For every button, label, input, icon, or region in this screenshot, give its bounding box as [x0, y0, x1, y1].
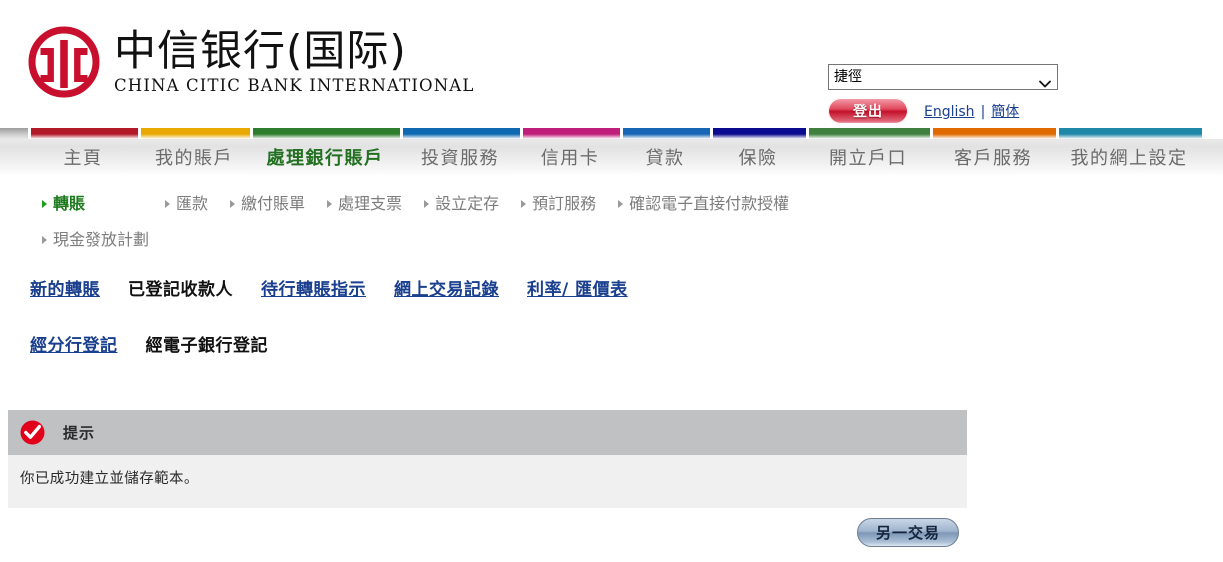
nav-item-4[interactable]: 投資服務	[400, 139, 520, 175]
nav-color-bar-7	[713, 128, 806, 139]
sub-nav-item-label: 現金發放計劃	[53, 230, 150, 249]
nav-item-8[interactable]: 開立戶口	[806, 139, 930, 175]
language-simplified-link[interactable]: 簡体	[991, 104, 1019, 120]
section-tab-經電子銀行登記: 經電子銀行登記	[145, 336, 268, 356]
language-links: English | 簡体	[924, 101, 1019, 121]
sub-nav-item-現金發放計劃[interactable]: 現金發放計劃	[42, 223, 149, 257]
section-tab-經分行登記[interactable]: 經分行登記	[30, 331, 118, 361]
nav-item-5[interactable]: 信用卡	[520, 139, 620, 175]
triangle-right-icon	[618, 200, 624, 208]
success-check-icon	[20, 420, 45, 445]
triangle-right-icon	[42, 200, 47, 208]
sub-navigation-row-2: 現金發放計劃	[42, 223, 1223, 259]
footer-actions: 另一交易	[0, 518, 967, 547]
nav-color-bar-10	[1059, 128, 1202, 139]
section-tab-links: 新的轉賬 已登記收款人 待行轉賬指示 網上交易記錄 利率/ 匯價表 經分行登記 經電子銀行…	[0, 259, 1223, 363]
language-english-link[interactable]: English	[924, 104, 975, 120]
sub-nav-item-設立定存[interactable]: 設立定存	[424, 187, 499, 221]
message-panel-header: 提示	[8, 410, 967, 455]
shortcut-select[interactable]: 捷徑	[828, 64, 1058, 90]
section-tab-網上交易記錄[interactable]: 網上交易記錄	[394, 275, 499, 305]
triangle-right-icon	[424, 200, 430, 208]
citic-logo-icon	[28, 26, 100, 98]
header-controls: 捷徑 登出 English | 簡体	[828, 64, 1060, 124]
nav-item-10[interactable]: 我的網上設定	[1056, 139, 1202, 175]
sub-nav-item-label: 匯款	[176, 194, 209, 213]
triangle-right-icon	[327, 200, 333, 208]
nav-color-bar-6	[623, 128, 710, 139]
nav-item-6[interactable]: 貸款	[620, 139, 710, 175]
page-header: 中信银行(国际) CHINA CITIC BANK INTERNATIONAL …	[0, 0, 1223, 128]
nav-item-2[interactable]: 我的賬戶	[138, 139, 250, 175]
nav-color-bar-3	[253, 128, 400, 139]
nav-item-3[interactable]: 處理銀行賬戶	[250, 139, 400, 175]
sub-nav-item-繳付賬單[interactable]: 繳付賬單	[230, 187, 305, 221]
message-panel: 提示 你已成功建立並儲存範本。	[8, 410, 967, 508]
nav-color-bar-leading	[0, 128, 28, 139]
sub-navigation-row-1: 轉賬 匯款 繳付賬單 處理支票 設立定存 預訂服務 確認電子直接付款授權	[42, 187, 1223, 223]
nav-color-bar-5	[523, 128, 620, 139]
message-panel-body: 你已成功建立並儲存範本。	[8, 455, 967, 508]
shortcut-select-value: 捷徑	[834, 69, 862, 85]
sub-nav-item-確認電子直接付款授權[interactable]: 確認電子直接付款授權	[618, 187, 789, 221]
sub-nav-item-label: 設立定存	[435, 194, 500, 213]
chevron-down-icon	[1039, 72, 1051, 88]
sub-nav-item-label: 確認電子直接付款授權	[629, 194, 790, 213]
nav-color-bar-8	[809, 128, 930, 139]
section-tab-利率/ 匯價表[interactable]: 利率/ 匯價表	[527, 275, 628, 305]
another-transaction-button[interactable]: 另一交易	[857, 518, 959, 547]
main-navigation: 主頁 我的賬戶 處理銀行賬戶 投資服務 信用卡 貸款 保險 開立戶口 客戶服務 我的網上設定	[0, 139, 1223, 175]
triangle-right-icon	[230, 200, 236, 208]
section-tab-新的轉賬[interactable]: 新的轉賬	[30, 275, 100, 305]
nav-color-bar-9	[933, 128, 1056, 139]
sub-nav-item-label: 處理支票	[338, 194, 403, 213]
nav-color-bar-1	[31, 128, 138, 139]
nav-item-7[interactable]: 保險	[710, 139, 806, 175]
nav-color-bar-2	[141, 128, 250, 139]
sub-navigation: 轉賬 匯款 繳付賬單 處理支票 設立定存 預訂服務 確認電子直接付款授權 現金發放計劃	[0, 175, 1223, 259]
sub-nav-item-處理支票[interactable]: 處理支票	[327, 187, 402, 221]
sub-nav-item-label: 預訂服務	[532, 194, 597, 213]
sub-nav-item-轉賬[interactable]: 轉賬	[42, 187, 85, 221]
logo-chinese-name: 中信银行(国际)	[114, 26, 407, 75]
section-tab-待行轉賬指示[interactable]: 待行轉賬指示	[261, 275, 366, 305]
sub-nav-item-預訂服務[interactable]: 預訂服務	[521, 187, 596, 221]
bank-logo: 中信银行(国际) CHINA CITIC BANK INTERNATIONAL	[28, 26, 474, 98]
message-panel-title: 提示	[63, 424, 96, 442]
triangle-right-icon	[42, 236, 47, 244]
section-tab-已登記收款人: 已登記收款人	[128, 280, 233, 300]
tab-link-row-1: 新的轉賬 已登記收款人 待行轉賬指示 網上交易記錄 利率/ 匯價表	[30, 275, 1223, 307]
nav-item-1[interactable]: 主頁	[28, 139, 138, 175]
triangle-right-icon	[521, 200, 527, 208]
nav-color-bars	[0, 128, 1223, 139]
tab-link-row-2: 經分行登記 經電子銀行登記	[30, 331, 1223, 363]
logo-english-name: CHINA CITIC BANK INTERNATIONAL	[114, 76, 475, 95]
nav-color-bar-4	[403, 128, 520, 139]
sub-nav-item-label: 繳付賬單	[241, 194, 306, 213]
sub-nav-item-匯款[interactable]: 匯款	[165, 187, 208, 221]
logout-button[interactable]: 登出	[828, 98, 908, 124]
nav-item-9[interactable]: 客戶服務	[930, 139, 1056, 175]
sub-nav-item-label: 轉賬	[53, 194, 86, 213]
language-separator: |	[980, 104, 986, 120]
triangle-right-icon	[165, 200, 171, 208]
